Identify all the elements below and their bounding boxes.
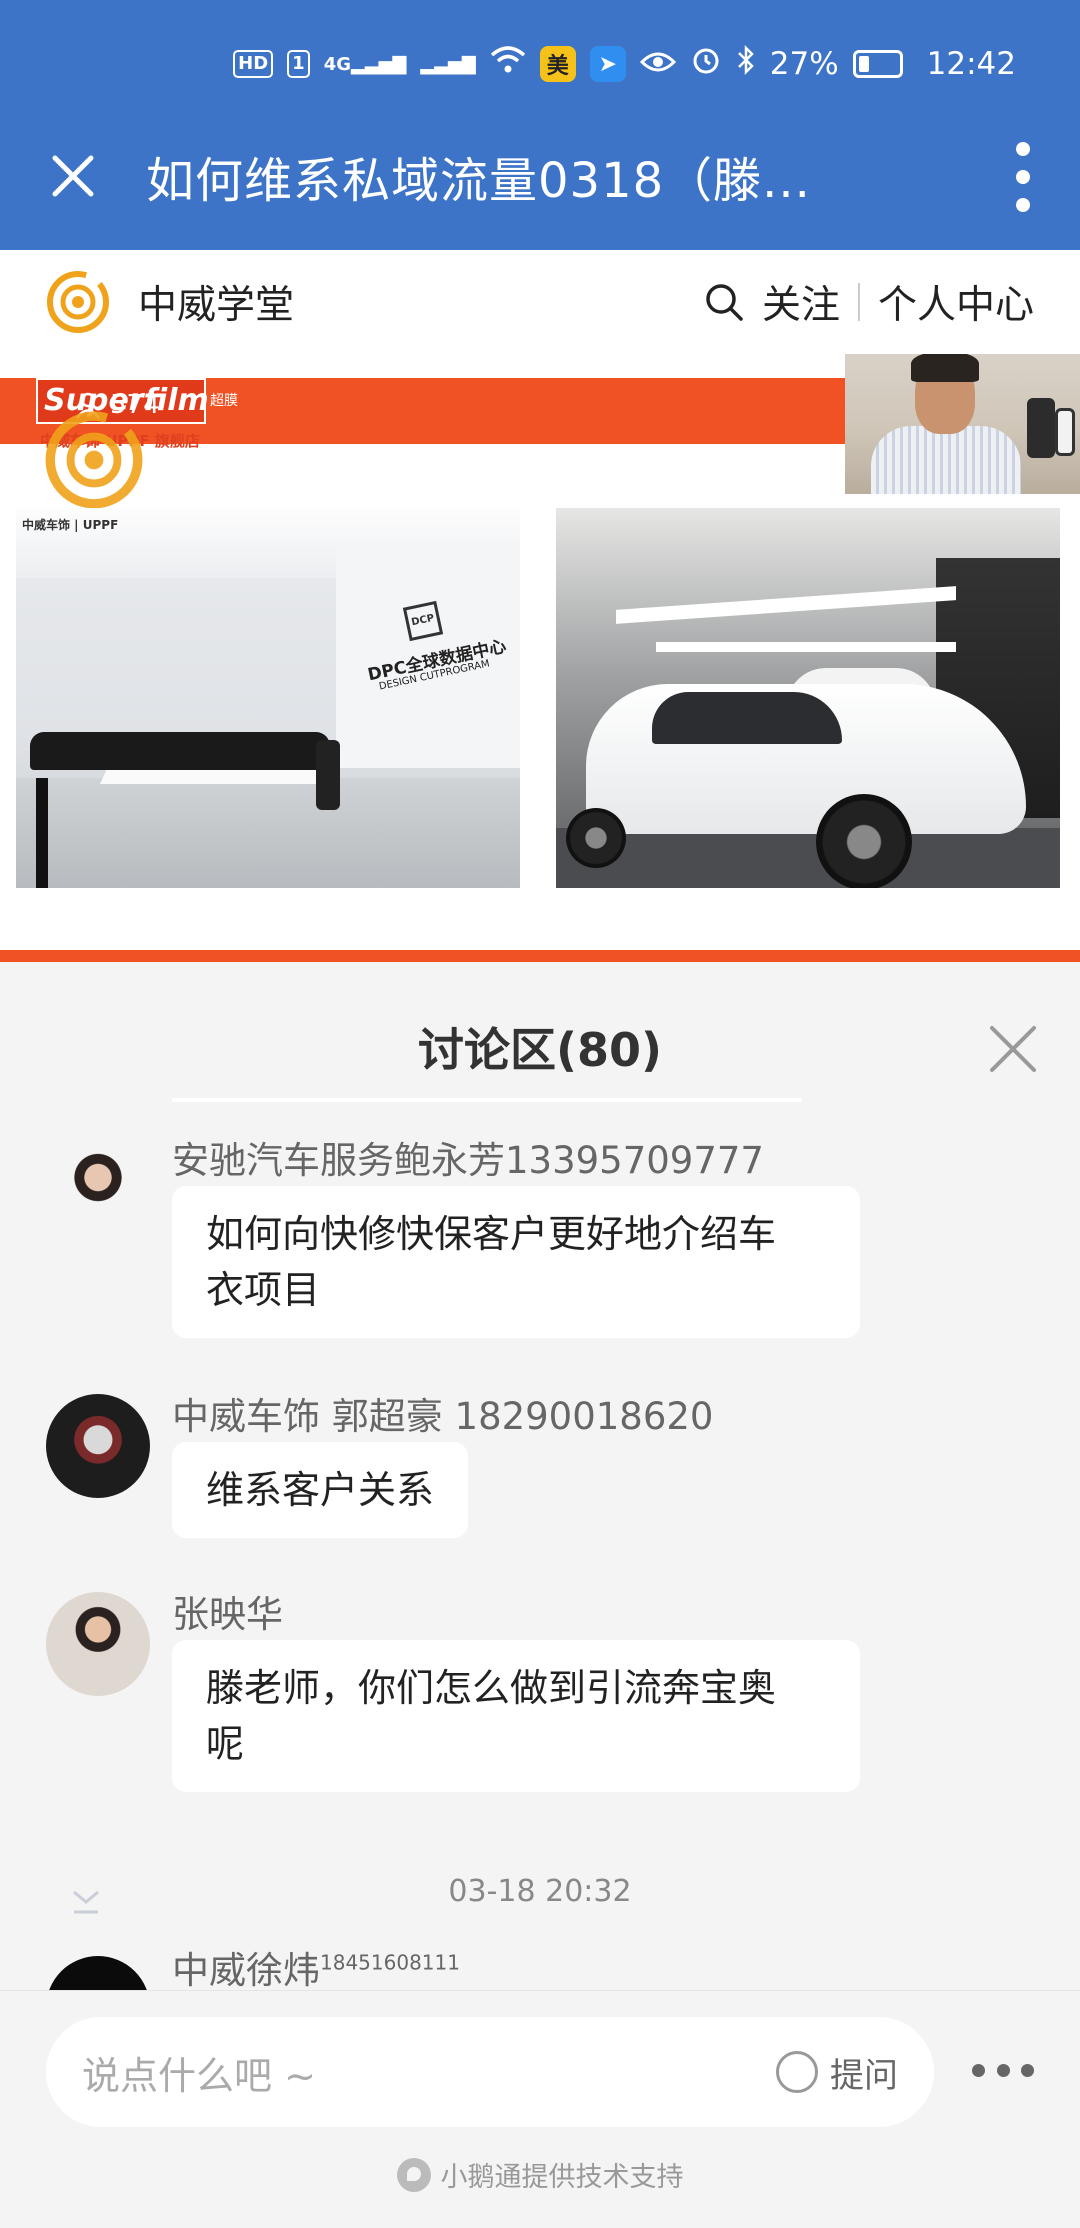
- sender-name: 安驰汽车服务鲍永芳13395709777: [172, 1139, 764, 1182]
- top-app-bar: HD 1 4G▂▃▅▇ ▂▃▅▇ 美 ➤ 27% 12:42 如何维系私域流量0…: [0, 0, 1080, 250]
- bluetooth-icon: [736, 44, 756, 84]
- battery-percent: 27%: [769, 46, 839, 82]
- powered-by-footer: 小鹅通提供技术支持: [0, 2155, 1080, 2194]
- battery-icon: [852, 50, 903, 78]
- close-icon: [52, 155, 94, 197]
- presenter-camera[interactable]: [845, 354, 1080, 494]
- comment-input-bar: 说点什么吧 ~ 提问 小鹅通提供技术支持: [0, 1990, 1080, 2228]
- message-timestamp: 03-18 20:32: [448, 1874, 632, 1909]
- more-dot-icon: [972, 2063, 985, 2077]
- close-discussion-icon[interactable]: [986, 1022, 1040, 1076]
- brand-bar: 中威学堂 关注 个人中心: [0, 250, 1080, 354]
- signal-4g-icon: 4G▂▃▅▇: [323, 53, 407, 75]
- close-button[interactable]: [0, 120, 146, 232]
- divider: [0, 950, 1080, 962]
- more-dot-icon: [1016, 198, 1030, 212]
- divider: [857, 283, 860, 321]
- discussion-panel: 讨论区(80) 安驰汽车服务鲍永芳13395709777 如何向快修快保客户更好…: [0, 962, 1080, 1990]
- meituan-app-icon: 美: [539, 46, 576, 82]
- more-menu-button[interactable]: [1008, 142, 1038, 212]
- avatar[interactable]: [46, 1956, 150, 1990]
- signal-icon: ▂▃▅▇: [420, 53, 476, 75]
- avatar[interactable]: [46, 1138, 150, 1242]
- ask-question-toggle[interactable]: 提问: [776, 2048, 898, 2097]
- wifi-icon: [490, 45, 526, 83]
- sim-indicator: 1: [287, 50, 310, 78]
- avatar[interactable]: [46, 1592, 150, 1696]
- title-bar: 如何维系私域流量0318（滕...: [0, 120, 1080, 232]
- message-text: 滕老师，你们怎么做到引流奔宝奥: [206, 1666, 777, 1710]
- clock: 12:42: [926, 46, 1016, 82]
- studio-photo: 中威车饰 | UPPF DCP DPC全球数据中心 DESIGN CUTPROG…: [16, 508, 520, 888]
- ask-label: 提问: [830, 2055, 898, 2096]
- more-dot-icon: [996, 2063, 1010, 2077]
- sender-name: 张映华: [172, 1593, 283, 1636]
- divider: [172, 1098, 802, 1102]
- comment-input[interactable]: 说点什么吧 ~ 提问: [46, 2017, 934, 2127]
- sender-name: 中威徐炜18451608111: [172, 1949, 460, 1990]
- dpc-sign-icon: DCP: [402, 600, 444, 642]
- eye-comfort-icon: [639, 46, 676, 82]
- avatar[interactable]: [46, 1394, 150, 1498]
- xiaoetong-logo-icon: [396, 2157, 431, 2192]
- follow-button[interactable]: 关注: [762, 274, 840, 330]
- brand-name[interactable]: 中威学堂: [138, 274, 294, 330]
- search-icon[interactable]: [704, 282, 744, 322]
- showroom-car-photo: [556, 508, 1060, 888]
- message-text: 衣项目: [206, 1268, 321, 1312]
- app-notification-icon: ➤: [589, 46, 626, 82]
- status-bar: HD 1 4G▂▃▅▇ ▂▃▅▇ 美 ➤ 27% 12:42: [233, 42, 1016, 86]
- sender-name: 中威车饰 郭超豪 18290018620: [172, 1395, 714, 1438]
- message-bubble: 滕老师，你们怎么做到引流奔宝奥 呢: [172, 1640, 860, 1792]
- message-text: 如何向快修快保客户更好地介绍车: [206, 1212, 777, 1256]
- footer-text: 小鹅通提供技术支持: [440, 2162, 684, 2193]
- discussion-title: 讨论区(80): [417, 1023, 663, 1077]
- message-text: 呢: [206, 1722, 245, 1766]
- comment-placeholder: 说点什么吧 ~: [82, 2053, 316, 2098]
- more-dot-icon: [1021, 2063, 1034, 2077]
- personal-center-link[interactable]: 个人中心: [878, 274, 1034, 330]
- more-dot-icon: [1016, 170, 1030, 184]
- message-text: 维系客户关系: [206, 1468, 435, 1512]
- brand-logo-icon[interactable]: [46, 270, 110, 334]
- badge-tag: 超膜: [210, 393, 238, 409]
- alarm-icon: [690, 44, 722, 84]
- message-bubble: 如何向快修快保客户更好地介绍车 衣项目: [172, 1186, 860, 1338]
- more-options-button[interactable]: [972, 2055, 1034, 2085]
- photo-brand-label: 中威车饰 | UPPF: [22, 518, 119, 532]
- more-dot-icon: [1016, 142, 1030, 156]
- hd-indicator: HD: [233, 50, 274, 78]
- page-title: 如何维系私域流量0318（滕...: [146, 153, 811, 209]
- radio-icon: [776, 2051, 818, 2093]
- watermark-logo-icon: [45, 411, 143, 509]
- live-video-player[interactable]: Superfilm 超膜 中威车饰 UPPF 旗舰店 574 中威车饰 | UP…: [0, 354, 1080, 954]
- message-bubble: 维系客户关系: [172, 1442, 469, 1538]
